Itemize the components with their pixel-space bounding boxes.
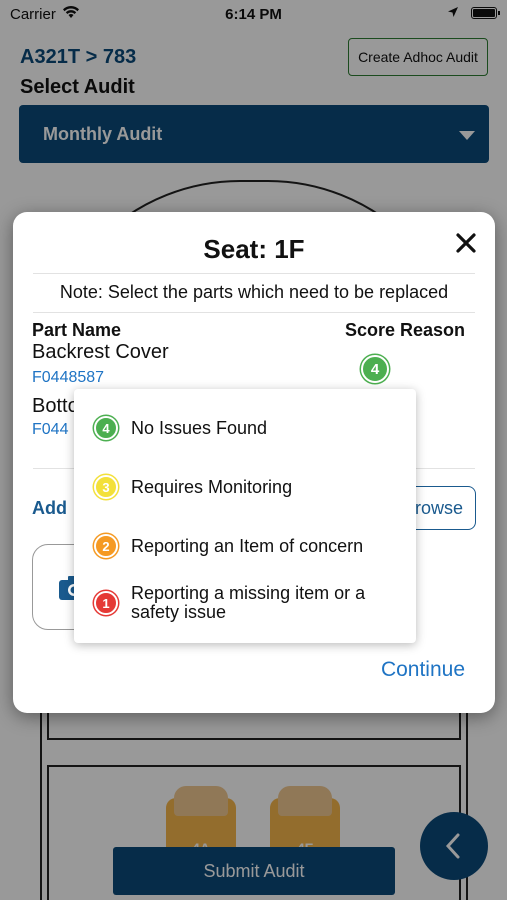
score-option-safety-issue[interactable]: 1 Reporting a missing item or a safety i… <box>94 584 406 622</box>
part-code-link[interactable]: F044 <box>32 421 68 439</box>
part-name: Backrest Cover <box>32 341 169 363</box>
divider <box>33 312 475 313</box>
part-name-header: Part Name <box>32 320 122 340</box>
score-option-label: No Issues Found <box>131 417 268 438</box>
score-dot-4: 4 <box>94 416 118 440</box>
part-name: Botto <box>32 395 79 417</box>
score-option-label: Requires Monitoring <box>131 476 293 497</box>
score-reason-header: Score Reason <box>345 320 466 340</box>
modal-title: Seat: 1F <box>203 234 305 264</box>
score-option-item-of-concern[interactable]: 2 Reporting an Item of concern <box>94 534 406 558</box>
score-reason-menu: 4 No Issues Found 3 Requires Monitoring … <box>74 389 416 643</box>
score-badge[interactable]: 4 <box>361 355 389 383</box>
close-icon[interactable] <box>453 230 479 256</box>
modal-note: Note: Select the parts which need to be … <box>59 282 449 302</box>
score-option-label: Reporting an Item of concern <box>131 535 364 556</box>
add-photo-label: Add <box>32 498 67 518</box>
score-dot-2: 2 <box>94 534 118 558</box>
score-option-no-issues[interactable]: 4 No Issues Found <box>94 416 406 440</box>
divider <box>33 273 475 274</box>
score-option-label: Reporting a missing item or a safety iss… <box>131 583 366 622</box>
score-option-requires-monitoring[interactable]: 3 Requires Monitoring <box>94 475 406 499</box>
score-dot-3: 3 <box>94 475 118 499</box>
part-code-link[interactable]: F0448587 <box>32 369 104 387</box>
continue-button[interactable]: Continue <box>381 658 465 682</box>
score-dot-1: 1 <box>94 591 118 615</box>
